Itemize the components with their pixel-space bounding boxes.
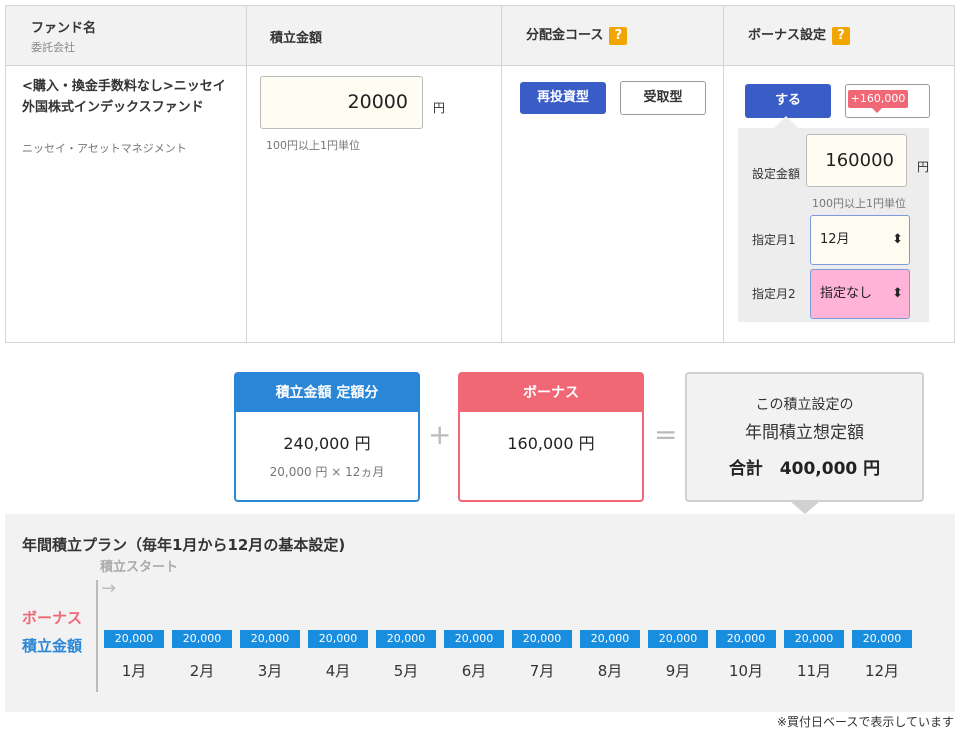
header-distribution: 分配金コース? xyxy=(526,24,628,45)
month-label: 11月 xyxy=(796,662,832,680)
regular-amount-title: 積立金額 定額分 xyxy=(236,374,418,412)
month-amount-bar: 20,000 xyxy=(512,630,572,648)
month-column: 20,000 6月 xyxy=(444,630,504,681)
annual-plan: 年間積立プラン（毎年1月から12月の基本設定) 積立スタート → ボーナス 積立… xyxy=(5,514,955,712)
month-amount-bar: 20,000 xyxy=(240,630,300,648)
month-amount-bar: 20,000 xyxy=(784,630,844,648)
bonus-amount-label: 設定金額 xyxy=(752,167,801,181)
footnote: ※買付日ベースで表示しています xyxy=(776,715,954,729)
month-label: 1月 xyxy=(121,662,147,680)
bonus-amount-note: 100円以上1円単位 xyxy=(812,197,906,210)
header-bonus: ボーナス設定? xyxy=(748,24,851,45)
month-label: 12月 xyxy=(864,662,900,680)
month-label: 8月 xyxy=(597,662,623,680)
month-column: 20,000 12月 xyxy=(852,630,912,681)
bonus-on-button[interactable]: する xyxy=(745,84,831,118)
column-divider xyxy=(501,6,502,342)
bonus-amount-box: ボーナス 160,000 円 xyxy=(458,372,644,502)
month-amount-bar: 20,000 xyxy=(104,630,164,648)
month1-label: 指定月1 xyxy=(752,233,796,247)
bonus-tag-pointer xyxy=(872,108,882,113)
plan-start-label: 積立スタート xyxy=(100,560,179,575)
month2-select[interactable]: 指定なし ⬍ xyxy=(810,269,910,319)
header-distribution-label: 分配金コース xyxy=(526,28,604,43)
regular-amount-value: 240,000 円 xyxy=(283,434,371,453)
month2-label: 指定月2 xyxy=(752,287,796,301)
select-arrows-icon: ⬍ xyxy=(892,286,903,301)
start-line xyxy=(96,580,98,692)
bonus-panel-pointer xyxy=(774,116,798,128)
bonus-box-title: ボーナス xyxy=(460,374,642,412)
select-arrows-icon: ⬍ xyxy=(892,232,903,247)
month-column: 20,000 7月 xyxy=(512,630,572,681)
month-column: 20,000 2月 xyxy=(172,630,232,681)
month-label: 4月 xyxy=(325,662,351,680)
month-column: 20,000 10月 xyxy=(716,630,776,681)
month1-select[interactable]: 12月 ⬍ xyxy=(810,215,910,265)
month-column: 20,000 4月 xyxy=(308,630,368,681)
plus-sign: + xyxy=(428,418,452,451)
total-line1: この積立設定の xyxy=(755,397,854,413)
help-icon[interactable]: ? xyxy=(609,26,628,45)
total-line2: 年間積立想定額 xyxy=(745,423,864,443)
header-fund-name: ファンド名 xyxy=(31,21,97,36)
month-column: 20,000 5月 xyxy=(376,630,436,681)
total-box: この積立設定の 年間積立想定額 合計 400,000 円 xyxy=(685,372,924,502)
help-icon[interactable]: ? xyxy=(832,26,851,45)
amount-input[interactable]: 20000 xyxy=(260,76,423,129)
month-column: 20,000 11月 xyxy=(784,630,844,681)
bonus-box-value: 160,000 円 xyxy=(507,434,595,453)
equals-sign: = xyxy=(654,418,678,451)
receive-button[interactable]: 受取型 xyxy=(620,81,706,115)
bonus-amount-unit: 円 xyxy=(917,160,930,174)
month-column: 20,000 8月 xyxy=(580,630,640,681)
bonus-amount-input[interactable]: 160000 xyxy=(806,134,907,187)
month1-value: 12月 xyxy=(820,232,850,247)
header-bonus-label: ボーナス設定 xyxy=(748,28,827,43)
regular-amount-detail: 20,000 円 × 12ヵ月 xyxy=(269,465,385,479)
month-label: 5月 xyxy=(393,662,419,680)
amount-note: 100円以上1円単位 xyxy=(266,139,360,152)
month-column: 20,000 9月 xyxy=(648,630,708,681)
month-amount-bar: 20,000 xyxy=(580,630,640,648)
month-label: 3月 xyxy=(257,662,283,680)
arrow-right-icon: → xyxy=(101,578,117,599)
month-amount-bar: 20,000 xyxy=(376,630,436,648)
month-timeline: 20,000 1月 20,000 2月 20,000 3月 20,000 4月 20,000 5月… xyxy=(100,630,920,690)
header-fund-company: 委託会社 xyxy=(31,41,75,54)
month-label: 2月 xyxy=(189,662,215,680)
month-label: 6月 xyxy=(461,662,487,680)
total-pointer xyxy=(791,502,819,514)
month2-value: 指定なし xyxy=(820,286,873,301)
month-label: 10月 xyxy=(728,662,764,680)
plan-title: 年間積立プラン（毎年1月から12月の基本設定) xyxy=(22,536,346,554)
month-column: 20,000 1月 xyxy=(104,630,164,681)
bonus-row-label: ボーナス xyxy=(22,609,83,627)
amount-row-label: 積立金額 xyxy=(22,637,83,655)
regular-amount-box: 積立金額 定額分 240,000 円 20,000 円 × 12ヵ月 xyxy=(234,372,420,502)
month-amount-bar: 20,000 xyxy=(852,630,912,648)
month-amount-bar: 20,000 xyxy=(444,630,504,648)
bonus-tag: +160,000 xyxy=(848,90,908,108)
total-value: 合計 400,000 円 xyxy=(728,459,881,479)
column-divider xyxy=(723,6,724,342)
reinvest-button[interactable]: 再投資型 xyxy=(520,82,606,114)
month-label: 9月 xyxy=(665,662,691,680)
month-amount-bar: 20,000 xyxy=(716,630,776,648)
month-column: 20,000 3月 xyxy=(240,630,300,681)
month-label: 7月 xyxy=(529,662,555,680)
month-amount-bar: 20,000 xyxy=(648,630,708,648)
header-amount: 積立金額 xyxy=(270,31,323,46)
amount-unit: 円 xyxy=(433,101,446,115)
month-amount-bar: 20,000 xyxy=(172,630,232,648)
column-divider xyxy=(246,6,247,342)
fund-company: ニッセイ・アセットマネジメント xyxy=(22,142,187,155)
fund-name: <購入・換金手数料なし>ニッセイ 外国株式インデックスファンド xyxy=(22,79,226,115)
month-amount-bar: 20,000 xyxy=(308,630,368,648)
